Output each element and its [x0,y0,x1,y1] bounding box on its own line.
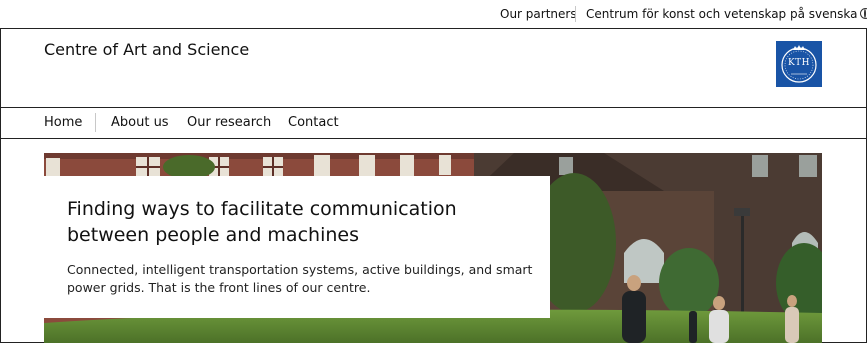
language-link-label: Centrum för konst och vetenskap på svens… [586,7,858,21]
nav-item-about-us[interactable]: About us [111,115,169,130]
logo-text: KTH [787,58,811,68]
hero-description: Connected, intelligent transportation sy… [67,262,533,295]
hero-title[interactable]: Finding ways to facilitate communication… [67,196,537,248]
nav-divider [0,138,867,139]
nav-item-contact[interactable]: Contact [288,115,339,130]
utility-bar: Our partners Centrum för konst och veten… [0,0,867,29]
nav-item-our-research[interactable]: Our research [187,115,271,130]
globe-icon [860,8,867,19]
hero-card: Finding ways to facilitate communication… [44,176,550,318]
our-partners-link[interactable]: Our partners [500,7,577,21]
header-divider [0,107,867,108]
nav-item-home[interactable]: Home [44,115,82,130]
site-title[interactable]: Centre of Art and Science [44,40,249,59]
nav-separator [95,113,96,132]
kth-logo[interactable]: KTH [776,41,822,87]
swedish-language-link[interactable]: Centrum för konst och vetenskap på svens… [586,7,867,21]
utility-separator [575,6,576,22]
